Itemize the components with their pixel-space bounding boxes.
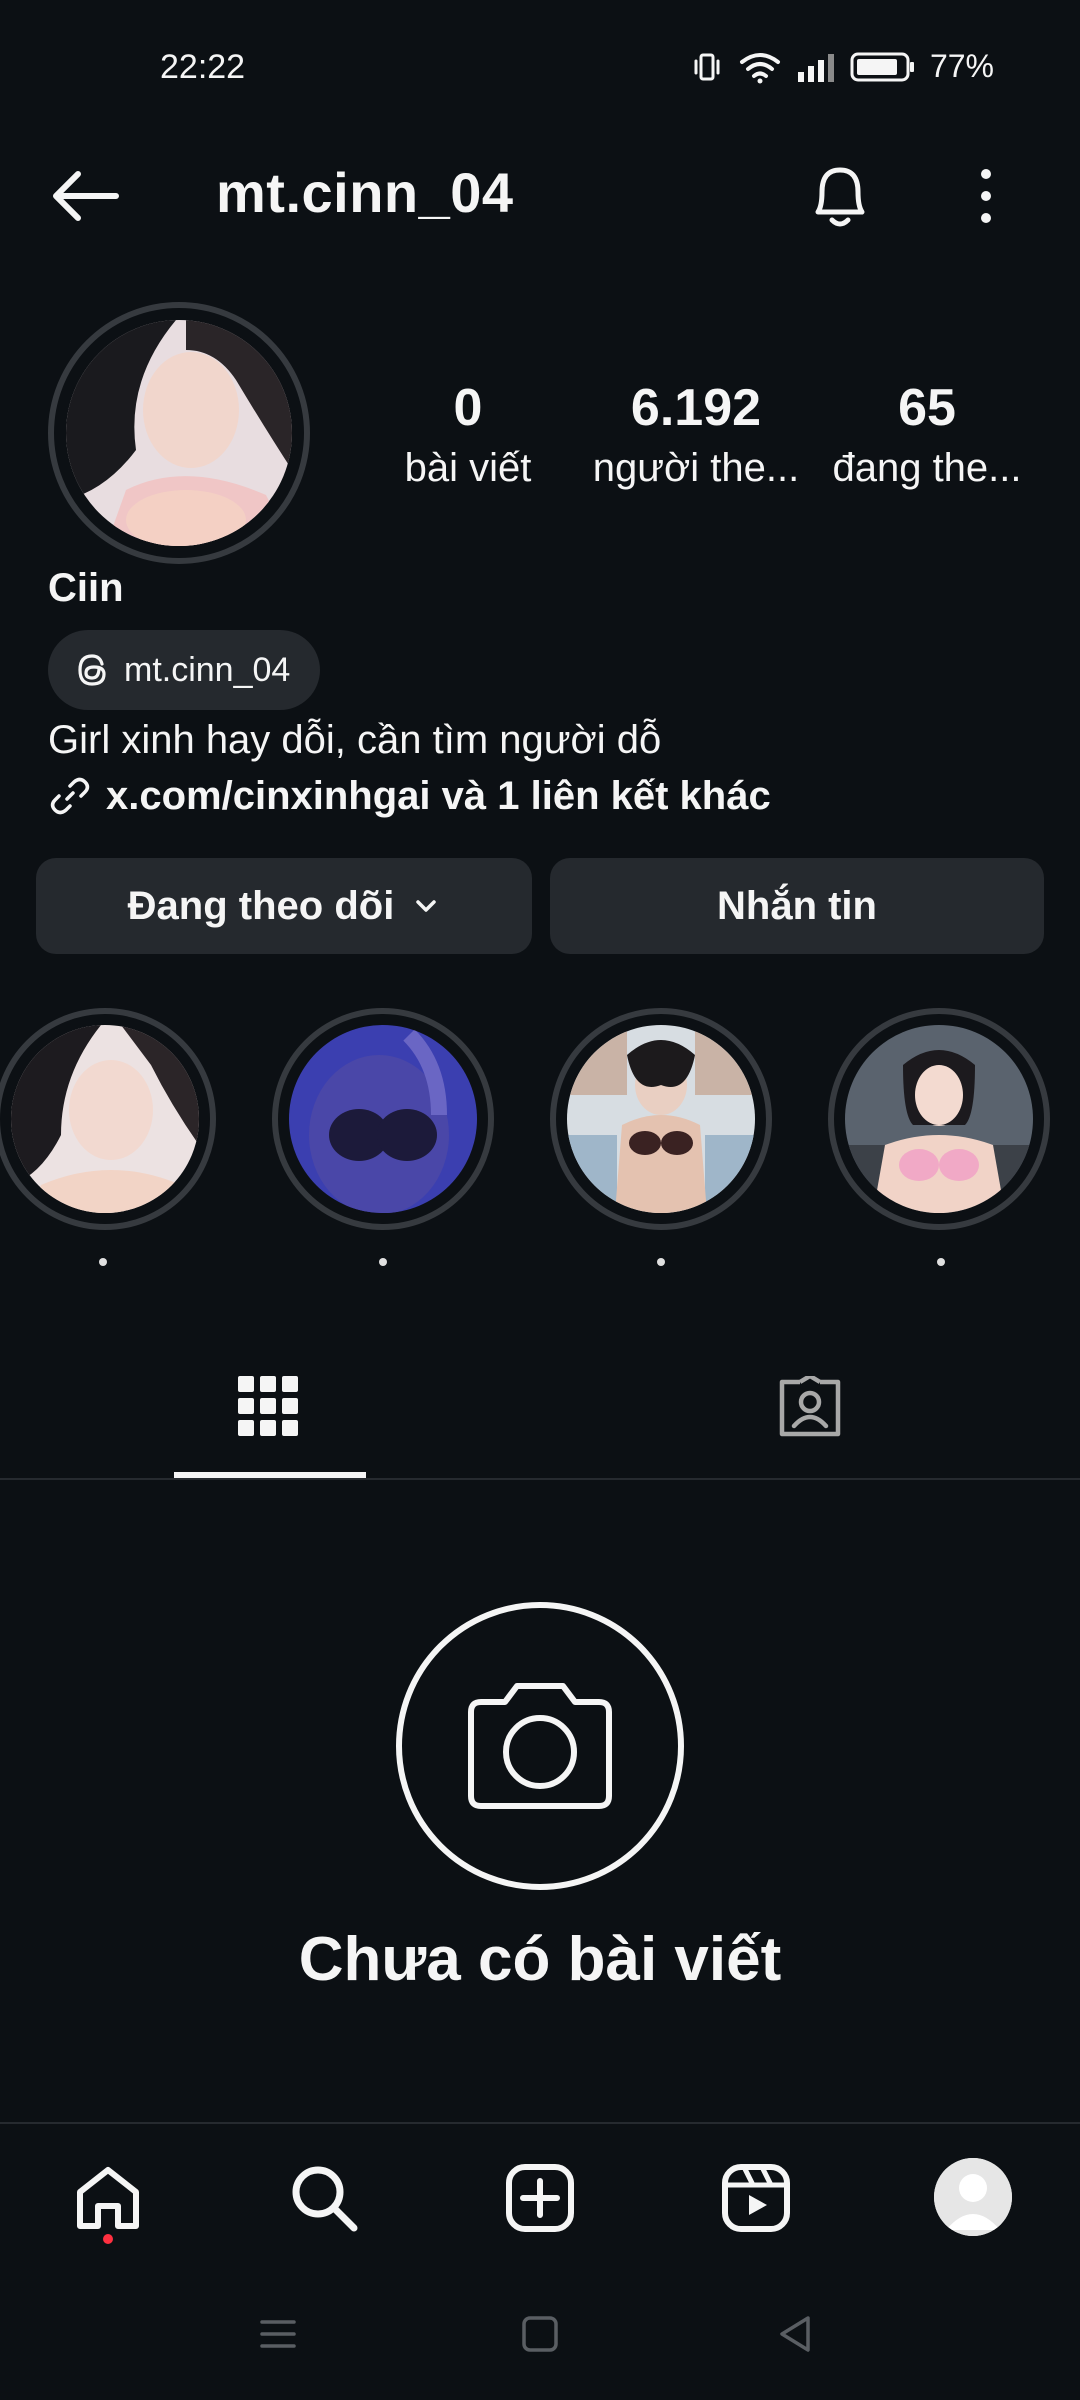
stat-posts-label: bài viết <box>404 446 532 490</box>
wifi-icon <box>739 52 780 83</box>
bell-icon[interactable] <box>804 158 876 234</box>
nav-reels[interactable] <box>718 2160 794 2236</box>
profile-username: mt.cinn_04 <box>216 161 514 224</box>
home-notification-dot <box>103 2234 113 2244</box>
profile-link[interactable]: x.com/cinxinhgai và 1 liên kết khác <box>48 768 771 824</box>
following-label: Đang theo dõi <box>127 883 395 928</box>
highlight-4-photo <box>845 1025 1033 1213</box>
threads-icon <box>78 654 106 686</box>
stat-followers-label: người the... <box>592 446 800 490</box>
status-time: 22:22 <box>160 48 246 86</box>
nav-profile-avatar[interactable] <box>934 2158 1012 2236</box>
profile-link-text: x.com/cinxinhgai và 1 liên kết khác <box>106 774 771 818</box>
highlight-1[interactable] <box>0 1008 216 1230</box>
system-back-icon[interactable] <box>772 2310 820 2358</box>
stat-followers-value: 6.192 <box>630 379 762 437</box>
highlight-4-label <box>937 1258 945 1266</box>
display-name: Ciin <box>48 566 124 610</box>
highlight-3-label <box>657 1258 665 1266</box>
reels-icon <box>722 2164 790 2232</box>
tab-divider <box>0 1478 1080 1480</box>
camera-icon <box>468 1683 612 1809</box>
more-vertical-icon[interactable] <box>966 164 1006 228</box>
home-icon <box>77 2167 139 2229</box>
highlight-3[interactable] <box>550 1008 772 1230</box>
search-icon <box>292 2166 358 2232</box>
tagged-icon[interactable] <box>776 1376 844 1440</box>
empty-state-title: Chưa có bài viết <box>298 1925 782 1994</box>
stat-posts-value: 0 <box>453 379 483 437</box>
highlight-2-label <box>379 1258 387 1266</box>
battery-icon <box>850 52 914 81</box>
stat-following[interactable]: 65 đang the... <box>822 376 1032 496</box>
profile-bio: Girl xinh hay dỗi, cần tìm người dỗ <box>48 718 662 762</box>
avatar-photo <box>66 320 292 546</box>
battery-percent: 77% <box>929 48 994 84</box>
stat-following-value: 65 <box>898 379 956 437</box>
nav-create[interactable] <box>502 2160 578 2236</box>
highlight-4[interactable] <box>828 1008 1050 1230</box>
highlight-3-photo <box>567 1025 755 1213</box>
stat-followers[interactable]: 6.192 người the... <box>588 376 804 496</box>
profile-avatar[interactable] <box>48 302 310 564</box>
system-menu-icon[interactable] <box>254 2310 302 2358</box>
nav-divider <box>0 2122 1080 2124</box>
nav-home[interactable] <box>70 2160 146 2236</box>
link-icon <box>50 777 90 815</box>
highlight-2[interactable] <box>272 1008 494 1230</box>
chevron-down-icon <box>416 900 437 912</box>
system-home-icon[interactable] <box>516 2310 564 2358</box>
stat-following-label: đang the... <box>832 446 1022 490</box>
grid-icon[interactable] <box>236 1374 300 1438</box>
status-icons: 77% <box>690 48 994 85</box>
back-arrow-icon[interactable] <box>48 164 120 228</box>
vibrate-icon <box>694 53 720 80</box>
create-icon <box>506 2164 574 2232</box>
empty-state-camera <box>396 1602 684 1890</box>
nav-search[interactable] <box>286 2160 362 2236</box>
threads-badge[interactable]: mt.cinn_04 <box>48 630 321 710</box>
default-avatar-icon <box>934 2158 1012 2236</box>
message-button[interactable]: Nhắn tin <box>550 858 1044 954</box>
highlight-2-photo <box>289 1025 477 1213</box>
message-label: Nhắn tin <box>717 883 877 928</box>
signal-icon <box>797 53 834 82</box>
stat-posts[interactable]: 0 bài viết <box>378 376 558 496</box>
following-button[interactable]: Đang theo dõi <box>36 858 532 954</box>
highlight-1-photo <box>11 1025 199 1213</box>
highlight-1-label <box>99 1258 107 1266</box>
threads-handle: mt.cinn_04 <box>124 650 291 689</box>
